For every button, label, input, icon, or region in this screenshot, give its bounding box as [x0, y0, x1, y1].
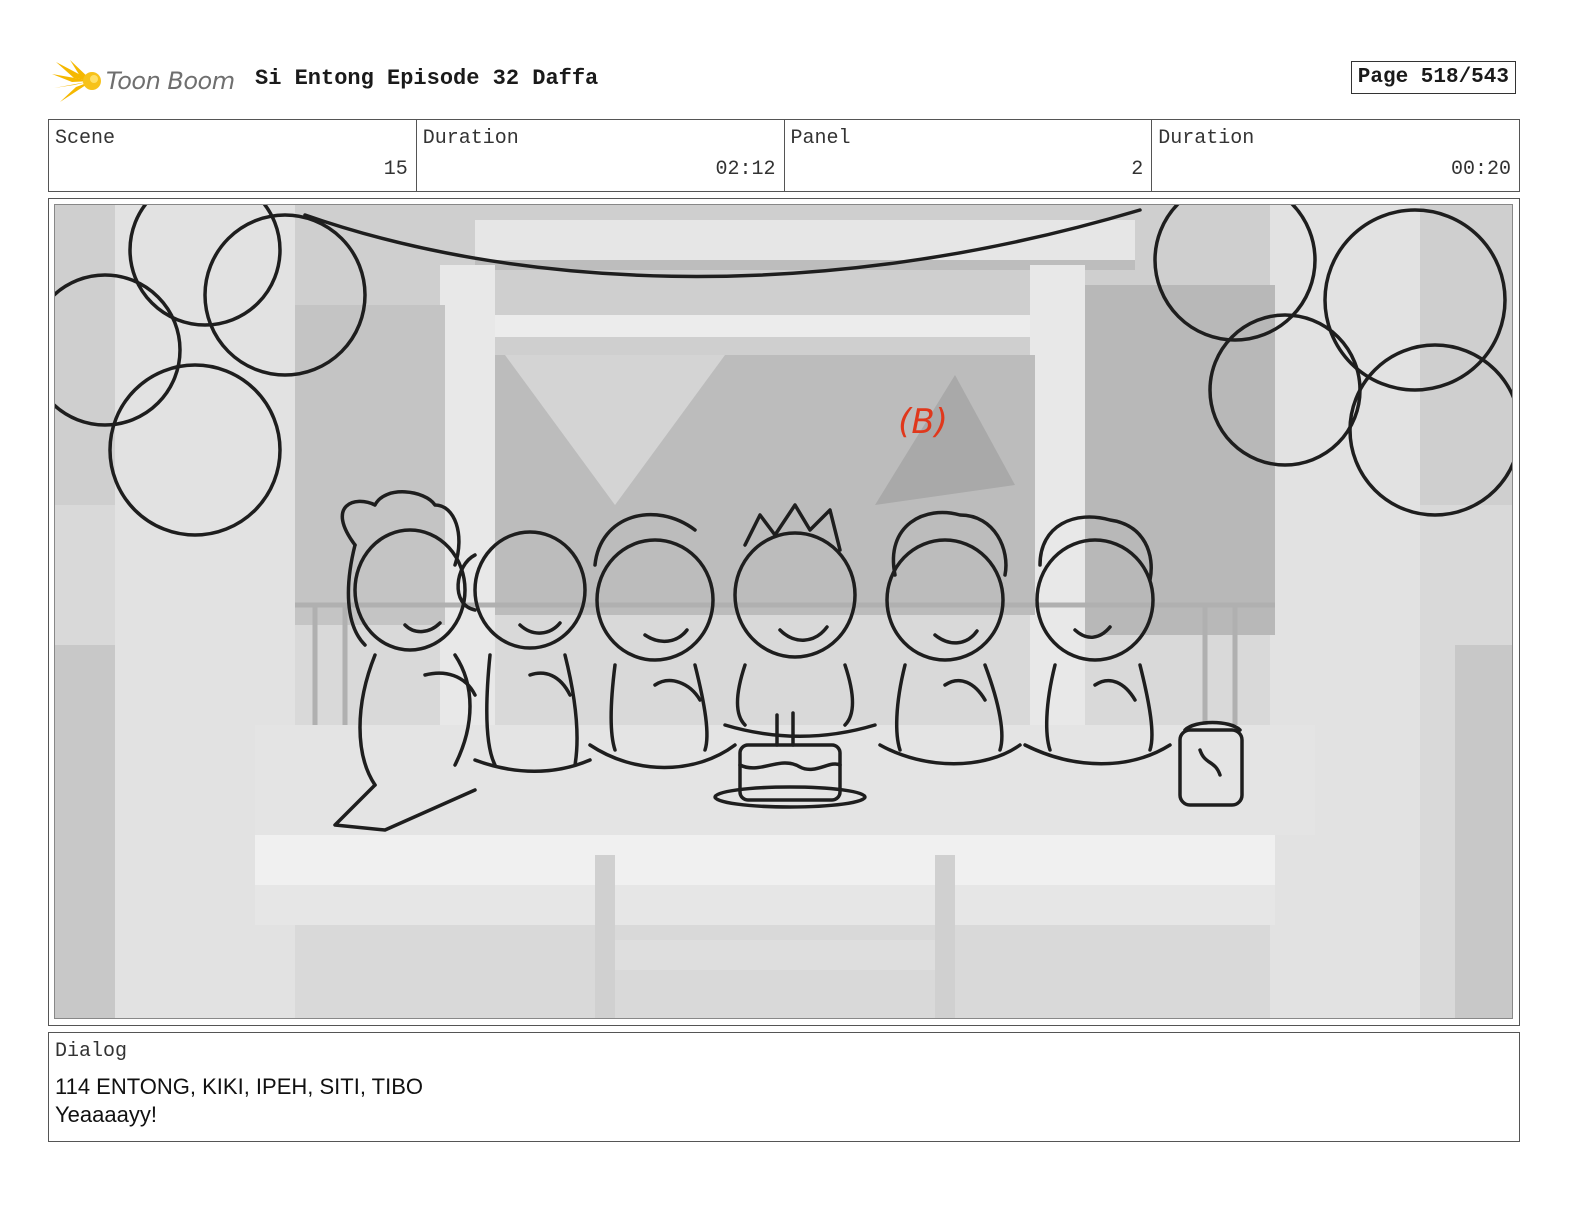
dialog-line-speakers: 114 ENTONG, KIKI, IPEH, SITI, TIBO	[55, 1074, 423, 1099]
scene-value: 15	[383, 158, 408, 181]
page-number: Page 518/543	[1350, 61, 1516, 94]
panel-value: 2	[1131, 158, 1144, 181]
panel-duration-label: Duration	[1158, 127, 1255, 150]
dialog-label: Dialog	[55, 1040, 128, 1063]
panel-duration-value: 00:20	[1450, 158, 1511, 181]
scene-cell: Scene 15	[49, 120, 417, 191]
scene-duration-value: 02:12	[715, 158, 776, 181]
red-annotation-mark: (B)	[898, 402, 948, 442]
background-set	[55, 205, 1512, 1018]
panel-duration-cell: Duration 00:20	[1152, 120, 1519, 191]
panel-cell: Panel 2	[785, 120, 1153, 191]
dialog-line-speech: Yeaaaayy!	[55, 1102, 157, 1127]
scene-label: Scene	[55, 127, 116, 150]
dialog-box: Dialog 114 ENTONG, KIKI, IPEH, SITI, TIB…	[48, 1032, 1520, 1142]
page-header: Toon Boom Si Entong Episode 32 Daffa Pag…	[50, 56, 1530, 106]
annotation-text: (B)	[898, 402, 948, 442]
dialog-text: 114 ENTONG, KIKI, IPEH, SITI, TIBO Yeaaa…	[55, 1073, 423, 1129]
storyboard-title: Si Entong Episode 32 Daffa	[255, 66, 599, 91]
logo-text: Toon Boom	[106, 67, 235, 95]
scene-duration-cell: Duration 02:12	[417, 120, 785, 191]
storyboard-panel: (B)	[48, 198, 1520, 1026]
toon-boom-star-icon	[52, 60, 101, 102]
scene-duration-label: Duration	[422, 127, 519, 150]
storyboard-sketch: (B)	[55, 205, 1512, 1018]
panel-image: (B)	[54, 204, 1513, 1019]
panel-label: Panel	[790, 127, 851, 150]
scene-info-row: Scene 15 Duration 02:12 Panel 2 Duration…	[48, 119, 1520, 192]
toon-boom-logo: Toon Boom	[52, 56, 242, 106]
